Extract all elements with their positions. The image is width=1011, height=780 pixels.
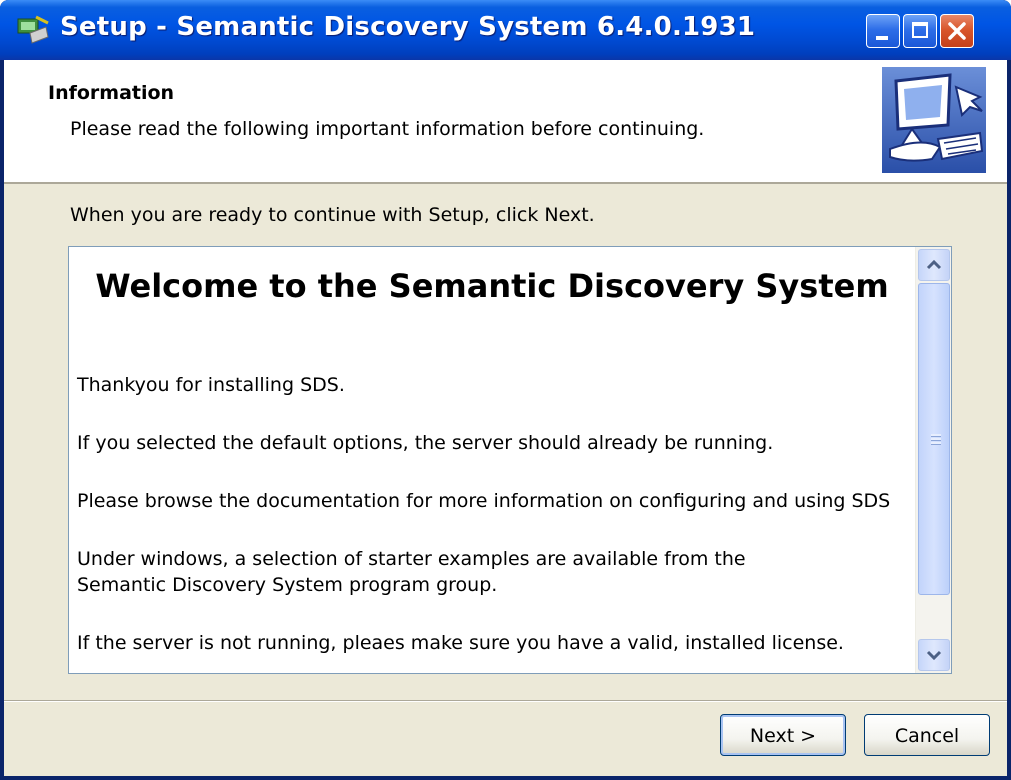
close-icon <box>948 22 966 40</box>
instruction-text: When you are ready to continue with Setu… <box>70 204 595 226</box>
page-subtitle: Please read the following important info… <box>70 118 705 140</box>
vertical-scrollbar[interactable] <box>915 247 951 673</box>
close-button[interactable] <box>940 14 974 48</box>
info-paragraph: If the server is not running, pleaes mak… <box>77 632 844 654</box>
title-bar[interactable]: Setup - Semantic Discovery System 6.4.0.… <box>0 0 1011 60</box>
chevron-down-icon <box>926 650 942 661</box>
minimize-icon <box>876 36 888 40</box>
info-paragraph: Please browse the documentation for more… <box>77 490 891 512</box>
scroll-down-button[interactable] <box>918 639 950 671</box>
minimize-button[interactable] <box>866 14 900 48</box>
next-button[interactable]: Next > <box>720 714 846 756</box>
wizard-computer-icon <box>882 67 986 173</box>
maximize-button[interactable] <box>903 14 937 48</box>
information-content: Welcome to the Semantic Discovery System… <box>69 247 915 673</box>
welcome-heading: Welcome to the Semantic Discovery System <box>95 267 889 305</box>
setup-app-icon <box>17 15 49 44</box>
window-title: Setup - Semantic Discovery System 6.4.0.… <box>60 12 756 42</box>
grip-icon <box>931 434 941 445</box>
chevron-up-icon <box>926 259 942 270</box>
page-title: Information <box>48 82 175 104</box>
cancel-button[interactable]: Cancel <box>864 714 990 756</box>
info-paragraph: Thankyou for installing SDS. <box>77 374 345 396</box>
button-divider <box>4 700 1007 702</box>
scroll-thumb[interactable] <box>918 283 950 595</box>
maximize-icon <box>912 22 928 38</box>
wizard-header: Information Please read the following im… <box>4 60 1007 184</box>
info-paragraph: If you selected the default options, the… <box>77 432 774 454</box>
scroll-up-button[interactable] <box>918 249 950 281</box>
dialog-client-area: Information Please read the following im… <box>4 60 1007 776</box>
info-paragraph: Under windows, a selection of starter ex… <box>77 548 746 570</box>
info-paragraph: Semantic Discovery System program group. <box>77 574 498 596</box>
information-memo[interactable]: Welcome to the Semantic Discovery System… <box>68 246 952 674</box>
setup-window: Setup - Semantic Discovery System 6.4.0.… <box>0 0 1011 780</box>
